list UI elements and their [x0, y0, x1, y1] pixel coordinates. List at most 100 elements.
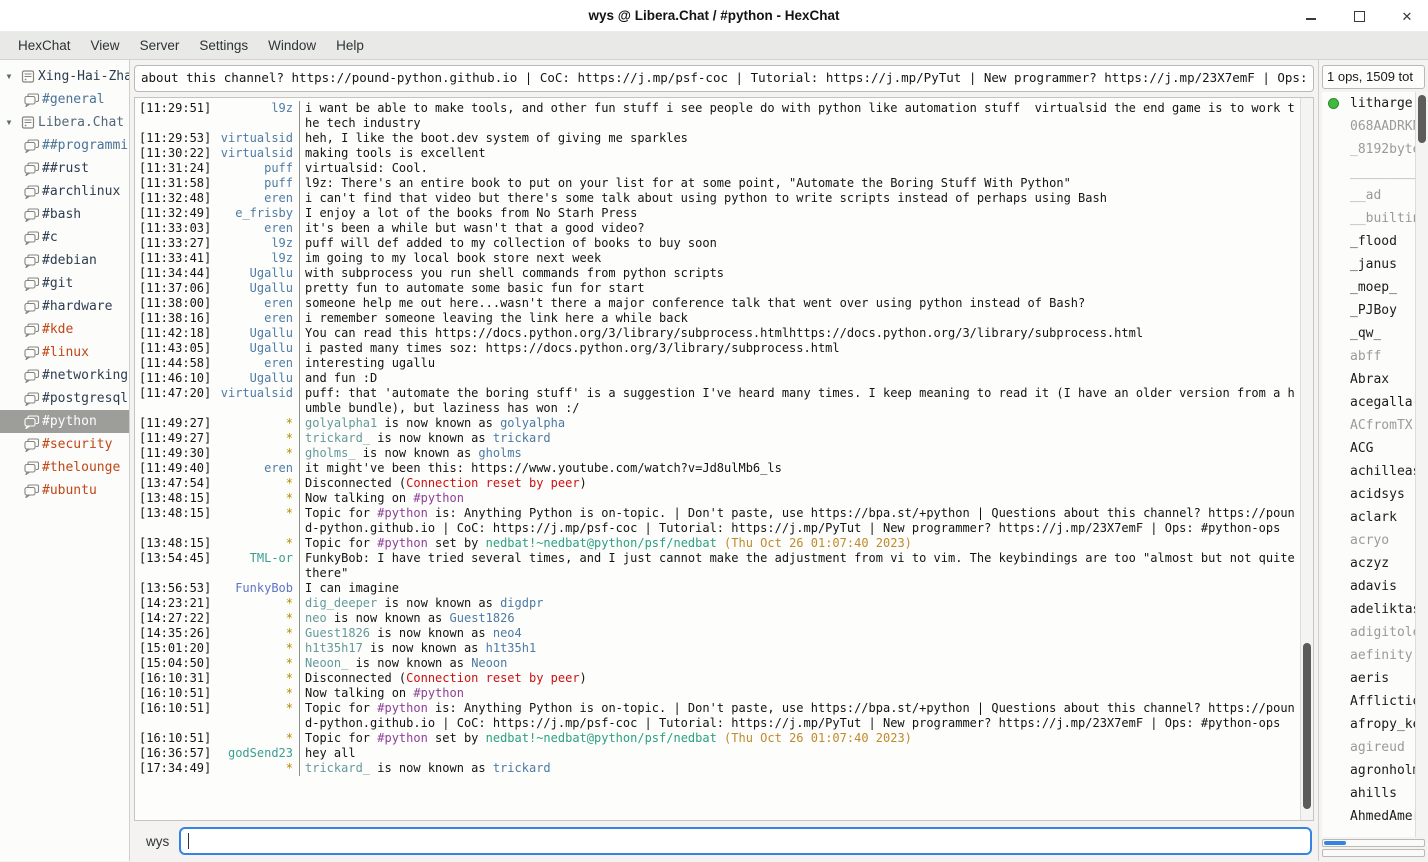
message-nick[interactable]: l9z: [214, 251, 300, 266]
message-nick[interactable]: Ugallu: [214, 341, 300, 356]
userlist-item[interactable]: _flood: [1322, 230, 1428, 253]
chat-log[interactable]: [11:29:51]l9zi want be able to make tool…: [134, 97, 1314, 821]
sidebar-item-c[interactable]: #c: [0, 226, 129, 249]
message-nick[interactable]: Ugallu: [214, 326, 300, 341]
userlist-item[interactable]: adigitole: [1322, 621, 1428, 644]
userlist-item[interactable]: __builtin: [1322, 207, 1428, 230]
userlist-item[interactable]: aczyz: [1322, 552, 1428, 575]
topic-input[interactable]: about this channel? https://pound-python…: [134, 65, 1314, 92]
sidebar-item-networking[interactable]: #networking: [0, 364, 129, 387]
userlist-item[interactable]: agireud: [1322, 736, 1428, 759]
userlist-item[interactable]: acegalla-: [1322, 391, 1428, 414]
message-nick[interactable]: Ugallu: [214, 266, 300, 281]
sidebar-item-python[interactable]: #python: [0, 410, 129, 433]
message-nick[interactable]: eren: [214, 311, 300, 326]
userlist-item[interactable]: agronholm: [1322, 759, 1428, 782]
message-link-text[interactable]: is: Anything Python is on-topic. | Don't…: [305, 506, 1295, 535]
menu-view[interactable]: View: [81, 34, 130, 57]
server-row-libera-chat[interactable]: Libera.Chat: [0, 111, 129, 134]
message-nick[interactable]: Ugallu: [214, 371, 300, 386]
userlist-item[interactable]: AhmedAmer: [1322, 805, 1428, 828]
message-link-text[interactable]: is: Anything Python is on-topic. | Don't…: [305, 701, 1295, 730]
message-nick[interactable]: virtualsid: [214, 131, 300, 146]
menu-help[interactable]: Help: [326, 34, 374, 57]
message-nick[interactable]: puff: [214, 176, 300, 191]
userlist-item[interactable]: _________: [1322, 161, 1428, 184]
sidebar-item-rust[interactable]: ##rust: [0, 157, 129, 180]
message-input[interactable]: [179, 827, 1312, 855]
sidebar-item-general[interactable]: #general: [0, 88, 129, 111]
expander-icon[interactable]: [0, 69, 18, 84]
message-nick[interactable]: l9z: [214, 101, 300, 131]
userlist-item[interactable]: _PJBoy: [1322, 299, 1428, 322]
menu-hexchat[interactable]: HexChat: [8, 34, 81, 57]
message-nick[interactable]: virtualsid: [214, 386, 300, 416]
message-nick[interactable]: godSend23: [214, 746, 300, 761]
channel-tree[interactable]: Xing-Hai-Zhan#generalLibera.Chat##progra…: [0, 60, 130, 861]
userlist-item[interactable]: ahills: [1322, 782, 1428, 805]
menu-server[interactable]: Server: [130, 34, 190, 57]
message-link-text[interactable]: it might've been this: https://www.youtu…: [305, 461, 782, 475]
sidebar-item-kde[interactable]: #kde: [0, 318, 129, 341]
message-nick[interactable]: FunkyBob: [214, 581, 300, 596]
userlist-scrollbar[interactable]: [1415, 92, 1428, 837]
userlist-item[interactable]: acryo: [1322, 529, 1428, 552]
userlist-item[interactable]: afropy_ke: [1322, 713, 1428, 736]
userlist-item[interactable]: 068AADRKN: [1322, 115, 1428, 138]
message-nick[interactable]: eren: [214, 296, 300, 311]
userlist-scrollbar-thumb[interactable]: [1418, 95, 1426, 143]
message-link-text[interactable]: i pasted many times soz: https://docs.py…: [305, 341, 840, 355]
menu-settings[interactable]: Settings: [189, 34, 258, 57]
sidebar-item-linux[interactable]: #linux: [0, 341, 129, 364]
userlist-item[interactable]: ACG: [1322, 437, 1428, 460]
minimize-icon[interactable]: [1302, 7, 1320, 25]
message-nick[interactable]: virtualsid: [214, 146, 300, 161]
userlist-item[interactable]: _qw_: [1322, 322, 1428, 345]
userlist-item[interactable]: _janus: [1322, 253, 1428, 276]
userlist-item[interactable]: aeris: [1322, 667, 1428, 690]
sidebar-item-bash[interactable]: #bash: [0, 203, 129, 226]
sidebar-item-postgresql[interactable]: #postgresql: [0, 387, 129, 410]
sidebar-item-security[interactable]: #security: [0, 433, 129, 456]
userlist-item[interactable]: Afflictio: [1322, 690, 1428, 713]
userlist-item[interactable]: aclark: [1322, 506, 1428, 529]
userlist-item[interactable]: litharge: [1322, 92, 1428, 115]
maximize-icon[interactable]: [1350, 7, 1368, 25]
sidebar-item-debian[interactable]: #debian: [0, 249, 129, 272]
message-nick[interactable]: TML-or: [214, 551, 300, 581]
server-row-xing-hai-zhan[interactable]: Xing-Hai-Zhan: [0, 65, 129, 88]
close-icon[interactable]: [1398, 7, 1416, 25]
message-nick[interactable]: Ugallu: [214, 281, 300, 296]
userlist-item[interactable]: aefinity: [1322, 644, 1428, 667]
userlist-item[interactable]: _8192byte: [1322, 138, 1428, 161]
sidebar-item-archlinux[interactable]: #archlinux: [0, 180, 129, 203]
sidebar-item-ubuntu[interactable]: #ubuntu: [0, 479, 129, 502]
message-nick[interactable]: eren: [214, 191, 300, 206]
userlist-item[interactable]: achilleas: [1322, 460, 1428, 483]
userlist-item[interactable]: ACfromTX: [1322, 414, 1428, 437]
sidebar-item-thelounge[interactable]: #thelounge: [0, 456, 129, 479]
userlist-item[interactable]: _moep_: [1322, 276, 1428, 299]
message-nick[interactable]: e_frisby: [214, 206, 300, 221]
menu-window[interactable]: Window: [258, 34, 326, 57]
user-list[interactable]: litharge068AADRKN_8192byte___________ad_…: [1322, 92, 1428, 837]
message-nick[interactable]: eren: [214, 461, 300, 476]
message-nick[interactable]: l9z: [214, 236, 300, 251]
message-nick[interactable]: puff: [214, 161, 300, 176]
chat-scrollbar[interactable]: [1300, 98, 1313, 820]
expander-icon[interactable]: [0, 115, 18, 130]
own-nick-label[interactable]: wys: [146, 834, 169, 849]
message-nick[interactable]: eren: [214, 221, 300, 236]
userlist-item[interactable]: adavis: [1322, 575, 1428, 598]
chat-scrollbar-thumb[interactable]: [1303, 643, 1311, 809]
userlist-item[interactable]: Abrax: [1322, 368, 1428, 391]
sidebar-item-git[interactable]: #git: [0, 272, 129, 295]
userlist-item[interactable]: acidsys: [1322, 483, 1428, 506]
userlist-item[interactable]: adeliktas: [1322, 598, 1428, 621]
userlist-item[interactable]: __ad: [1322, 184, 1428, 207]
message-nick[interactable]: eren: [214, 356, 300, 371]
sidebar-item-hardware[interactable]: #hardware: [0, 295, 129, 318]
sidebar-item-programming[interactable]: ##programming: [0, 134, 129, 157]
userlist-item[interactable]: abff: [1322, 345, 1428, 368]
message-link-text[interactable]: You can read this https://docs.python.or…: [305, 326, 1143, 340]
